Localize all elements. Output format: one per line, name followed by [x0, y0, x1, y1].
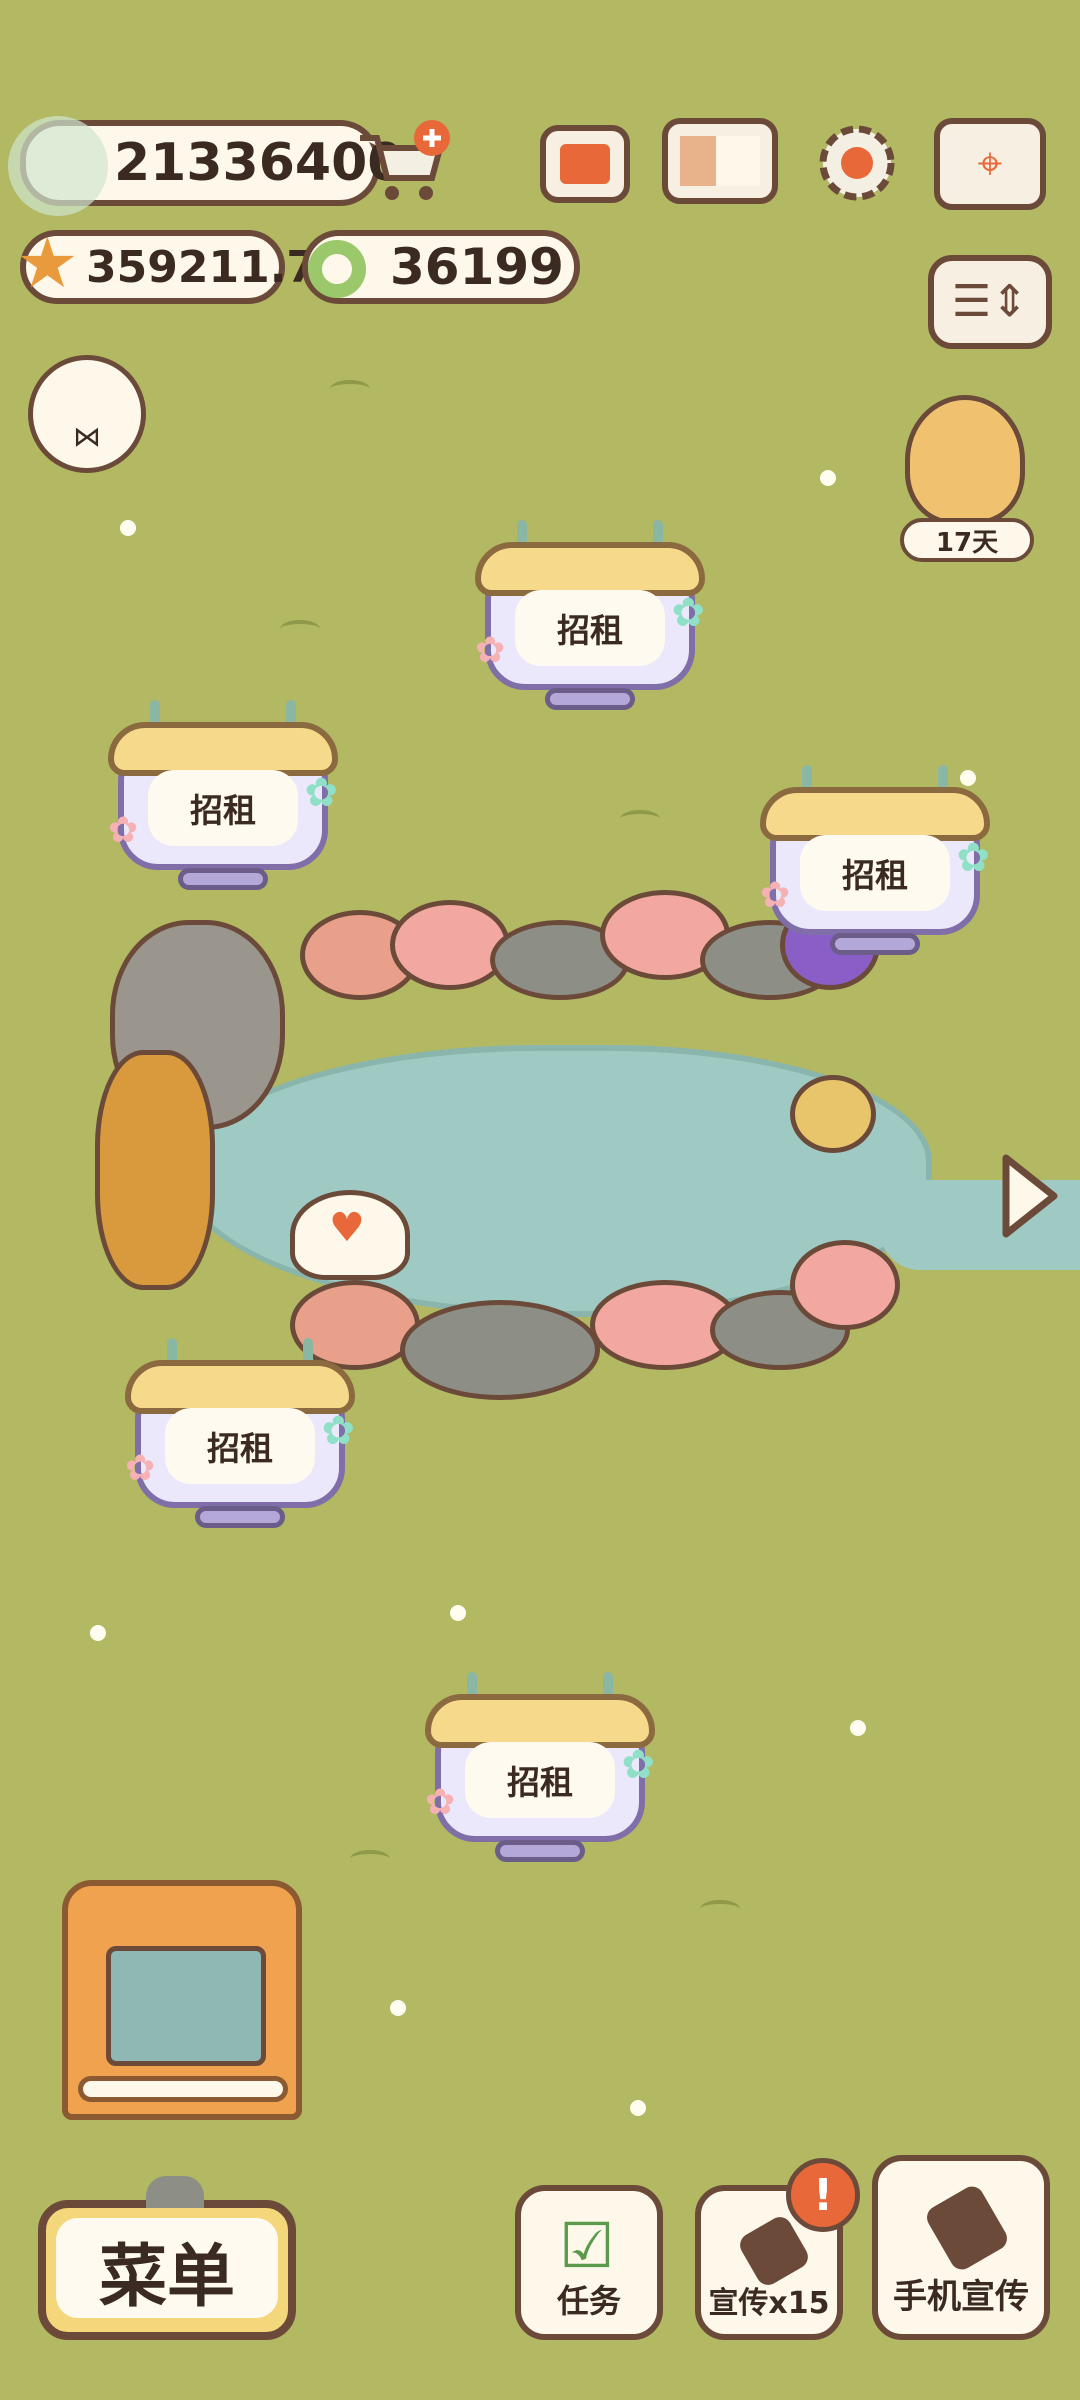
- flower-decoration-icon: ✿: [475, 630, 506, 671]
- rent-sign-label: 招租: [148, 770, 298, 846]
- bowtie-icon: ⋈: [73, 420, 101, 453]
- rent-sign-label: 招租: [800, 835, 950, 911]
- rent-sign[interactable]: 招租 ✿ ✿: [125, 1338, 355, 1548]
- star-value: 359211.7: [86, 241, 318, 293]
- alert-icon: !: [812, 2169, 834, 2221]
- phone-promo-label: 手机宣传: [893, 2277, 1029, 2317]
- flower: [850, 1720, 866, 1736]
- layout-toggle-icon: ☰⇕: [951, 276, 1029, 327]
- rent-sign[interactable]: 招租 ✿ ✿: [425, 1672, 655, 1882]
- star-decoration-icon: ✿: [321, 1408, 355, 1454]
- rent-sign[interactable]: 招租 ✿ ✿: [108, 700, 338, 910]
- star-decoration-icon: ✿: [621, 1742, 655, 1788]
- checkbox-icon: ☑: [559, 2209, 615, 2282]
- phone-promo-button[interactable]: 手机宣传: [872, 2155, 1050, 2340]
- shell-heart-item[interactable]: ♥: [290, 1190, 410, 1280]
- flower-decoration-icon: ✿: [125, 1448, 156, 1489]
- fish-icon: [8, 116, 108, 216]
- flower-decoration-icon: ✿: [760, 875, 791, 916]
- map-button[interactable]: ⌖: [934, 118, 1046, 210]
- cat-avatar[interactable]: ⋈: [28, 355, 146, 473]
- grass-tuft: [700, 1900, 740, 1918]
- fisher-cat-character[interactable]: [95, 1050, 215, 1290]
- heart-icon: ♥: [329, 1205, 365, 1251]
- map-icon: ⌖: [977, 138, 1003, 189]
- star-decoration-icon: ✿: [956, 835, 990, 881]
- settings-button[interactable]: [812, 118, 902, 208]
- tasks-label: 任务: [556, 2282, 621, 2320]
- flower: [390, 2000, 406, 2016]
- rent-sign-label: 招租: [165, 1408, 315, 1484]
- book-icon: [680, 136, 760, 186]
- ring-value: 36199: [390, 238, 564, 296]
- fish-counter: 21336400: [8, 116, 403, 216]
- rent-sign[interactable]: 招租 ✿ ✿: [760, 765, 990, 975]
- newspaper-button[interactable]: [540, 125, 630, 203]
- arrow-right-button[interactable]: [996, 1150, 1062, 1242]
- tasks-button[interactable]: ☑ 任务: [515, 2185, 663, 2340]
- clip-icon: [146, 2176, 204, 2208]
- event-days-text: 17天: [935, 527, 999, 558]
- flower-decoration-icon: ✿: [108, 810, 139, 851]
- menu-label: 菜单: [98, 2237, 235, 2317]
- flower: [630, 2100, 646, 2116]
- flower-decoration-icon: ✿: [425, 1782, 456, 1823]
- book-button[interactable]: [662, 118, 778, 204]
- basket-item[interactable]: [790, 1075, 876, 1153]
- flower: [90, 1625, 106, 1641]
- ring-counter: 36199: [302, 230, 580, 304]
- cart-plus-icon[interactable]: [352, 118, 452, 208]
- event-character[interactable]: [905, 395, 1025, 525]
- star-icon: ★: [16, 222, 79, 304]
- ring-coin-icon: [308, 240, 366, 298]
- grass-tuft: [620, 810, 660, 828]
- event-days-badge: 17天: [900, 518, 1034, 562]
- star-decoration-icon: ✿: [671, 590, 705, 636]
- menu-button[interactable]: 菜单: [38, 2176, 296, 2340]
- flower: [450, 1605, 466, 1621]
- flower: [120, 520, 136, 536]
- flower: [820, 470, 836, 486]
- aquarium-tank: [106, 1946, 266, 2066]
- newspaper-icon: [560, 144, 610, 184]
- aquarium-cabinet[interactable]: [62, 1880, 302, 2120]
- layout-toggle-button[interactable]: ☰⇕: [928, 255, 1052, 349]
- rent-sign[interactable]: 招租 ✿ ✿: [475, 520, 705, 730]
- rent-sign-label: 招租: [465, 1742, 615, 1818]
- grass-tuft: [330, 380, 370, 398]
- phone-icon: [922, 2182, 1012, 2274]
- star-counter: ★ 359211.7: [16, 228, 317, 304]
- grass-tuft: [350, 1850, 390, 1868]
- star-decoration-icon: ✿: [304, 770, 338, 816]
- rent-sign-label: 招租: [515, 590, 665, 666]
- grass-tuft: [280, 620, 320, 638]
- gear-icon: [819, 125, 895, 201]
- arrow-right-icon: [1002, 1154, 1058, 1238]
- alert-badge: !: [786, 2158, 860, 2232]
